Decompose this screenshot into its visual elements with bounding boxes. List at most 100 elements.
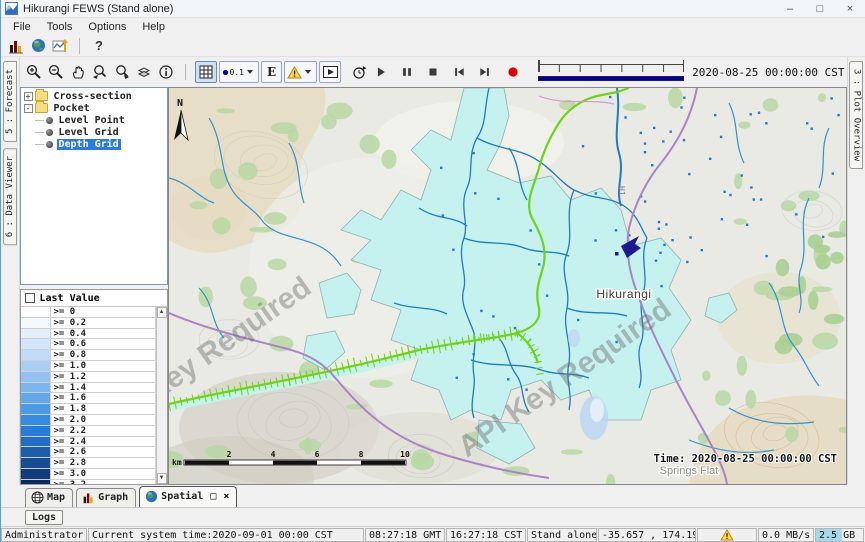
- menu-bar: FileToolsOptionsHelp: [1, 18, 865, 35]
- play-button[interactable]: [370, 61, 392, 83]
- classbreak-dropdown[interactable]: 0.1: [219, 61, 259, 83]
- timeline-slider[interactable]: [538, 64, 684, 81]
- collapse-icon[interactable]: -: [24, 104, 33, 113]
- spatial-display-button[interactable]: [27, 36, 49, 56]
- legend-scrollbar[interactable]: ▲ ▼: [156, 307, 167, 484]
- layers-button[interactable]: [133, 61, 155, 83]
- tab-graph[interactable]: Graph: [76, 488, 136, 507]
- title-bar: Hikurangi FEWS (Stand alone) – □ ×: [1, 0, 865, 18]
- status-warning-cell[interactable]: [697, 528, 757, 542]
- legend-row[interactable]: >= 0.2: [21, 318, 156, 329]
- expand-icon[interactable]: +: [24, 92, 33, 101]
- tree-connector: [35, 132, 44, 133]
- tab-maximize-icon[interactable]: □: [210, 491, 216, 502]
- last-value-checkbox[interactable]: [25, 293, 35, 303]
- menu-item-tools[interactable]: Tools: [39, 20, 81, 34]
- timeline-period-bar[interactable]: [538, 76, 684, 81]
- tab-data-viewer[interactable]: 6 : Data Viewer: [3, 148, 17, 245]
- legend-row[interactable]: >= 2.2: [21, 426, 156, 437]
- go-to-start-button[interactable]: [448, 61, 470, 83]
- legend-row[interactable]: >= 2.8: [21, 458, 156, 469]
- timeline-ruler[interactable]: [538, 64, 684, 72]
- legend-panel: Last Value >= 0>= 0.2>= 0.4>= 0.6>= 0.8>…: [20, 289, 168, 485]
- legend-color-swatch: [21, 426, 51, 436]
- tree-node-label[interactable]: Pocket: [52, 103, 92, 114]
- scroll-up-icon[interactable]: ▲: [157, 307, 167, 318]
- legend-row[interactable]: >= 0.6: [21, 339, 156, 350]
- legend-color-swatch: [21, 339, 51, 349]
- animation-settings-button[interactable]: [348, 61, 370, 83]
- logs-button[interactable]: Logs: [25, 510, 63, 525]
- tab-map[interactable]: Map: [25, 488, 73, 507]
- stop-button[interactable]: [422, 61, 444, 83]
- tab-forecast[interactable]: 5 : Forecast: [3, 61, 17, 142]
- dropdown-caret-icon: [305, 70, 311, 74]
- tab-close-icon[interactable]: ×: [223, 491, 229, 502]
- tree-node-label-selected[interactable]: Depth Grid: [57, 139, 121, 150]
- timeseries-display-button[interactable]: [49, 36, 71, 56]
- legend-row[interactable]: >= 1.6: [21, 393, 156, 404]
- legend-row[interactable]: >= 2.0: [21, 415, 156, 426]
- tree-node-level-point[interactable]: Level Point: [21, 114, 167, 126]
- zoom-in-button[interactable]: [23, 61, 45, 83]
- status-download-rate: 0.0 MB/s: [758, 528, 814, 542]
- legend-row[interactable]: >= 0.8: [21, 350, 156, 361]
- legend-row[interactable]: >= 1.2: [21, 372, 156, 383]
- memory-usage-label: 2.5 GB: [819, 530, 855, 541]
- legend-row[interactable]: >= 1.8: [21, 404, 156, 415]
- legend-row[interactable]: >= 1.0: [21, 361, 156, 372]
- help-button[interactable]: ?: [88, 38, 110, 53]
- tab-spatial[interactable]: Spatial □ ×: [139, 486, 237, 507]
- menu-item-help[interactable]: Help: [134, 20, 173, 34]
- maximize-button[interactable]: □: [805, 0, 835, 17]
- legend-row[interactable]: >= 2.4: [21, 437, 156, 448]
- menu-item-options[interactable]: Options: [80, 20, 134, 34]
- go-to-end-button[interactable]: [474, 61, 496, 83]
- info-button[interactable]: [155, 61, 177, 83]
- legend-row[interactable]: >= 2.6: [21, 447, 156, 458]
- map-canvas[interactable]: H1 API Key Required API Key Required: [168, 87, 847, 485]
- zoom-previous-button[interactable]: [89, 61, 111, 83]
- pan-hand-button[interactable]: [67, 61, 89, 83]
- legend-row[interactable]: >= 3.0: [21, 469, 156, 480]
- town-label: Hikurangi: [596, 287, 651, 301]
- tree-node-level-grid[interactable]: Level Grid: [21, 126, 167, 138]
- bullet-icon: [46, 141, 53, 148]
- tab-plot-overview[interactable]: 3 : Plot Overview: [849, 61, 863, 169]
- menu-item-file[interactable]: File: [5, 20, 39, 34]
- legend-row[interactable]: >= 0.4: [21, 329, 156, 340]
- legend-row[interactable]: >= 1.4: [21, 383, 156, 394]
- legend-row[interactable]: >= 3.2: [21, 480, 156, 484]
- animation-panel-button[interactable]: [319, 61, 341, 83]
- grid-display-toggle[interactable]: [195, 61, 217, 83]
- status-gmt-time: 08:27:18 GMT: [365, 528, 445, 542]
- warnings-dropdown[interactable]: [284, 61, 317, 83]
- tree-node-label[interactable]: Level Grid: [57, 127, 121, 138]
- database-viewer-button[interactable]: [5, 36, 27, 56]
- zoom-next-button[interactable]: [111, 61, 133, 83]
- bullet-icon: [46, 129, 53, 136]
- legend-color-swatch: [21, 437, 51, 447]
- svg-text:km: km: [172, 458, 182, 467]
- legend-color-swatch: [21, 469, 51, 479]
- legend-row-label: >= 3.0: [51, 469, 156, 479]
- legend-color-swatch: [21, 383, 51, 393]
- folder-icon: [35, 103, 48, 113]
- close-button[interactable]: ×: [835, 0, 865, 17]
- globe-icon: [31, 38, 46, 53]
- elevation-toggle[interactable]: E: [261, 61, 282, 83]
- record-button[interactable]: [502, 61, 524, 83]
- scroll-down-icon[interactable]: ▼: [157, 473, 167, 484]
- zoom-out-button[interactable]: [45, 61, 67, 83]
- tree-node-depth-grid[interactable]: Depth Grid: [21, 138, 167, 150]
- tree-node-label[interactable]: Level Point: [57, 115, 127, 126]
- legend-row-label: >= 1.4: [51, 383, 156, 393]
- pause-button[interactable]: [396, 61, 418, 83]
- tree-node-label[interactable]: Cross-section: [52, 91, 134, 102]
- status-memory: 2.5 GB: [815, 528, 864, 542]
- scale-tick-label: 2: [226, 450, 231, 459]
- legend-row[interactable]: >= 0: [21, 307, 156, 318]
- scale-tick-label: 6: [314, 450, 319, 459]
- tree-node-pocket[interactable]: - Pocket: [21, 102, 167, 114]
- minimize-button[interactable]: –: [775, 0, 805, 17]
